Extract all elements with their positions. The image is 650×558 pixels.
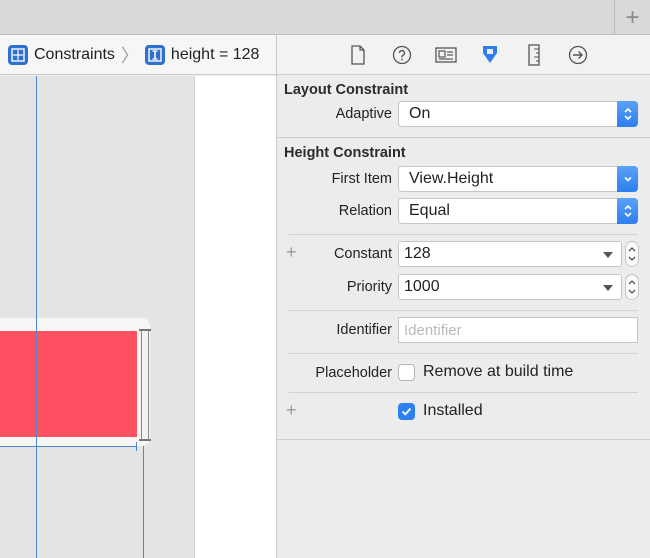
adaptive-popup[interactable]: On bbox=[398, 101, 638, 127]
adaptive-label: Adaptive bbox=[335, 106, 392, 122]
installed-row: + Installed bbox=[277, 397, 650, 429]
attributes-inspector-icon[interactable] bbox=[477, 42, 503, 68]
relation-label: Relation bbox=[338, 203, 392, 219]
file-inspector-icon[interactable] bbox=[345, 42, 371, 68]
breadcrumb-label: height = 128 bbox=[170, 45, 260, 63]
identifier-field[interactable] bbox=[398, 317, 638, 343]
add-tab-button[interactable]: + bbox=[614, 0, 650, 35]
row-divider bbox=[289, 310, 638, 311]
alignment-guide bbox=[143, 446, 144, 558]
tab-strip: + bbox=[0, 0, 650, 35]
breadcrumb: Constraints 〉 height = 128 bbox=[0, 35, 276, 75]
popup-chevron-down-icon bbox=[617, 166, 638, 192]
constant-value: 128 bbox=[404, 245, 431, 262]
priority-stepper[interactable] bbox=[625, 274, 639, 300]
add-installed-variation-plus-icon[interactable]: + bbox=[286, 400, 297, 421]
first-item-label: First Item bbox=[331, 171, 392, 187]
first-item-popup[interactable]: View.Height bbox=[398, 166, 638, 192]
row-divider bbox=[289, 392, 638, 393]
connections-inspector-icon[interactable] bbox=[565, 42, 591, 68]
add-variation-plus-icon[interactable]: + bbox=[286, 242, 297, 263]
height-constraint-icon bbox=[144, 44, 165, 65]
remove-at-build-time-checkbox[interactable] bbox=[398, 364, 415, 381]
popup-chevron-updown-icon bbox=[617, 198, 638, 224]
constraints-group-icon bbox=[8, 44, 28, 65]
row-divider bbox=[289, 234, 638, 235]
relation-value: Equal bbox=[409, 202, 450, 219]
breadcrumb-separator-icon: 〉 bbox=[120, 45, 139, 66]
priority-combo-box[interactable]: 1000 bbox=[398, 274, 622, 300]
interface-builder-canvas[interactable] bbox=[0, 76, 276, 558]
placeholder-row: Placeholder Remove at build time bbox=[277, 358, 650, 390]
installed-label[interactable]: Installed bbox=[423, 402, 483, 420]
priority-row: Priority 1000 bbox=[277, 272, 650, 304]
adaptive-value: On bbox=[409, 105, 431, 122]
relation-popup[interactable]: Equal bbox=[398, 198, 638, 224]
relation-row: Relation Equal bbox=[277, 196, 650, 228]
inspector-toolbar bbox=[277, 35, 650, 75]
remove-at-build-time-label[interactable]: Remove at build time bbox=[423, 363, 573, 381]
constant-combo-box[interactable]: 128 bbox=[398, 241, 622, 267]
alignment-guide bbox=[36, 76, 37, 558]
constant-label: Constant bbox=[333, 246, 392, 262]
first-item-row: First Item View.Height bbox=[277, 164, 650, 196]
selected-red-view[interactable] bbox=[0, 331, 137, 437]
dropdown-arrow-icon[interactable] bbox=[603, 252, 613, 258]
layout-constraint-heading: Layout Constraint bbox=[284, 82, 409, 98]
identity-inspector-icon[interactable] bbox=[433, 42, 459, 68]
priority-value: 1000 bbox=[404, 278, 440, 295]
placeholder-label: Placeholder bbox=[315, 365, 392, 381]
constant-row: + Constant 128 bbox=[277, 239, 650, 271]
inspector-pane: Layout Constraint Adaptive On Height Con… bbox=[277, 35, 650, 558]
adaptive-row: Adaptive On bbox=[277, 99, 650, 131]
breadcrumb-item-constraints[interactable]: Constraints bbox=[8, 44, 115, 65]
dropdown-arrow-icon[interactable] bbox=[603, 285, 613, 291]
section-divider bbox=[277, 439, 650, 440]
constant-stepper[interactable] bbox=[625, 241, 639, 267]
priority-label: Priority bbox=[346, 279, 392, 295]
checkmark-icon bbox=[401, 407, 412, 416]
installed-checkbox[interactable] bbox=[398, 403, 415, 420]
first-item-value: View.Height bbox=[409, 170, 494, 187]
height-constraint-handle[interactable] bbox=[139, 329, 151, 441]
identifier-label: Identifier bbox=[336, 322, 392, 338]
breadcrumb-label: Constraints bbox=[34, 45, 115, 63]
width-guide-line bbox=[0, 446, 137, 447]
width-guide-tick bbox=[136, 442, 137, 451]
identifier-row: Identifier bbox=[277, 315, 650, 347]
row-divider bbox=[289, 353, 638, 354]
breadcrumb-item-height[interactable]: height = 128 bbox=[144, 44, 260, 65]
quick-help-icon[interactable] bbox=[389, 42, 415, 68]
popup-chevron-updown-icon bbox=[617, 101, 638, 127]
size-inspector-icon[interactable] bbox=[521, 42, 547, 68]
canvas-white-area bbox=[194, 76, 276, 558]
height-constraint-heading: Height Constraint bbox=[284, 145, 406, 161]
